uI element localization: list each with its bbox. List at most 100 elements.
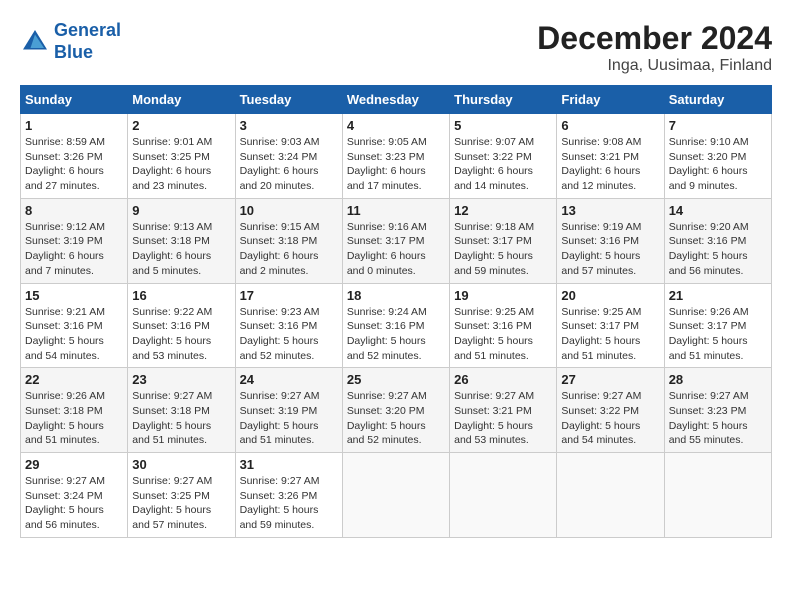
col-header-tuesday: Tuesday (235, 86, 342, 114)
logo: General Blue (20, 20, 121, 63)
day-detail: Sunrise: 9:25 AM Sunset: 3:16 PM Dayligh… (454, 305, 552, 364)
calendar-cell: 22Sunrise: 9:26 AM Sunset: 3:18 PM Dayli… (21, 368, 128, 453)
day-number: 29 (25, 457, 123, 472)
col-header-friday: Friday (557, 86, 664, 114)
day-detail: Sunrise: 9:12 AM Sunset: 3:19 PM Dayligh… (25, 220, 123, 279)
calendar-cell: 19 Sunrise: 9:25 AM Sunset: 3:16 PM Dayli… (450, 283, 557, 368)
calendar-cell: 9 Sunrise: 9:13 AM Sunset: 3:18 PM Daylig… (128, 198, 235, 283)
calendar-cell (664, 453, 771, 538)
calendar-cell: 17Sunrise: 9:23 AM Sunset: 3:16 PM Dayli… (235, 283, 342, 368)
logo-icon (20, 27, 50, 57)
calendar-week-row: 22Sunrise: 9:26 AM Sunset: 3:18 PM Dayli… (21, 368, 772, 453)
calendar-cell: 7 Sunrise: 9:10 AM Sunset: 3:20 PM Daylig… (664, 114, 771, 199)
day-number: 21 (669, 288, 767, 303)
day-detail: Sunrise: 9:25 AM Sunset: 3:17 PM Dayligh… (561, 305, 659, 364)
calendar-week-row: 1 Sunrise: 8:59 AM Sunset: 3:26 PM Daylig… (21, 114, 772, 199)
day-number: 16 (132, 288, 230, 303)
day-number: 14 (669, 203, 767, 218)
day-number: 10 (240, 203, 338, 218)
day-detail: Sunrise: 9:26 AM Sunset: 3:17 PM Dayligh… (669, 305, 767, 364)
day-number: 3 (240, 118, 338, 133)
calendar-cell: 20 Sunrise: 9:25 AM Sunset: 3:17 PM Dayli… (557, 283, 664, 368)
col-header-wednesday: Wednesday (342, 86, 449, 114)
calendar-cell: 25Sunrise: 9:27 AM Sunset: 3:20 PM Dayli… (342, 368, 449, 453)
day-number: 9 (132, 203, 230, 218)
calendar-table: SundayMondayTuesdayWednesdayThursdayFrid… (20, 85, 772, 538)
calendar-cell: 1 Sunrise: 8:59 AM Sunset: 3:26 PM Daylig… (21, 114, 128, 199)
calendar-cell: 23 Sunrise: 9:27 AM Sunset: 3:18 PM Dayli… (128, 368, 235, 453)
calendar-cell: 12 Sunrise: 9:18 AM Sunset: 3:17 PM Dayli… (450, 198, 557, 283)
calendar-cell: 13Sunrise: 9:19 AM Sunset: 3:16 PM Dayli… (557, 198, 664, 283)
day-detail: Sunrise: 9:27 AM Sunset: 3:26 PM Dayligh… (240, 474, 338, 533)
calendar-cell: 8 Sunrise: 9:12 AM Sunset: 3:19 PM Daylig… (21, 198, 128, 283)
calendar-cell: 2 Sunrise: 9:01 AM Sunset: 3:25 PM Daylig… (128, 114, 235, 199)
day-number: 8 (25, 203, 123, 218)
day-detail: Sunrise: 9:27 AM Sunset: 3:24 PM Dayligh… (25, 474, 123, 533)
day-detail: Sunrise: 9:27 AM Sunset: 3:19 PM Dayligh… (240, 389, 338, 448)
calendar-cell: 11Sunrise: 9:16 AM Sunset: 3:17 PM Dayli… (342, 198, 449, 283)
calendar-cell: 24 Sunrise: 9:27 AM Sunset: 3:19 PM Dayli… (235, 368, 342, 453)
calendar-cell: 26Sunrise: 9:27 AM Sunset: 3:21 PM Dayli… (450, 368, 557, 453)
day-number: 4 (347, 118, 445, 133)
day-detail: Sunrise: 9:01 AM Sunset: 3:25 PM Dayligh… (132, 135, 230, 194)
day-detail: Sunrise: 9:15 AM Sunset: 3:18 PM Dayligh… (240, 220, 338, 279)
calendar-cell: 16 Sunrise: 9:22 AM Sunset: 3:16 PM Dayli… (128, 283, 235, 368)
day-detail: Sunrise: 9:24 AM Sunset: 3:16 PM Dayligh… (347, 305, 445, 364)
page-title: December 2024 (537, 20, 772, 57)
day-detail: Sunrise: 9:13 AM Sunset: 3:18 PM Dayligh… (132, 220, 230, 279)
calendar-cell: 31Sunrise: 9:27 AM Sunset: 3:26 PM Dayli… (235, 453, 342, 538)
day-detail: Sunrise: 9:20 AM Sunset: 3:16 PM Dayligh… (669, 220, 767, 279)
calendar-cell (450, 453, 557, 538)
calendar-cell: 18 Sunrise: 9:24 AM Sunset: 3:16 PM Dayli… (342, 283, 449, 368)
day-number: 24 (240, 372, 338, 387)
day-detail: Sunrise: 9:21 AM Sunset: 3:16 PM Dayligh… (25, 305, 123, 364)
day-number: 2 (132, 118, 230, 133)
day-number: 7 (669, 118, 767, 133)
day-detail: Sunrise: 9:07 AM Sunset: 3:22 PM Dayligh… (454, 135, 552, 194)
day-detail: Sunrise: 9:19 AM Sunset: 3:16 PM Dayligh… (561, 220, 659, 279)
day-detail: Sunrise: 9:26 AM Sunset: 3:18 PM Dayligh… (25, 389, 123, 448)
day-detail: Sunrise: 8:59 AM Sunset: 3:26 PM Dayligh… (25, 135, 123, 194)
calendar-week-row: 8 Sunrise: 9:12 AM Sunset: 3:19 PM Daylig… (21, 198, 772, 283)
day-number: 18 (347, 288, 445, 303)
day-detail: Sunrise: 9:27 AM Sunset: 3:22 PM Dayligh… (561, 389, 659, 448)
calendar-cell: 14 Sunrise: 9:20 AM Sunset: 3:16 PM Dayli… (664, 198, 771, 283)
col-header-monday: Monday (128, 86, 235, 114)
calendar-cell: 3 Sunrise: 9:03 AM Sunset: 3:24 PM Daylig… (235, 114, 342, 199)
day-detail: Sunrise: 9:27 AM Sunset: 3:21 PM Dayligh… (454, 389, 552, 448)
day-number: 20 (561, 288, 659, 303)
day-number: 23 (132, 372, 230, 387)
day-detail: Sunrise: 9:05 AM Sunset: 3:23 PM Dayligh… (347, 135, 445, 194)
day-number: 11 (347, 203, 445, 218)
calendar-header-row: SundayMondayTuesdayWednesdayThursdayFrid… (21, 86, 772, 114)
page-header: General Blue December 2024 Inga, Uusimaa… (20, 20, 772, 75)
calendar-week-row: 15 Sunrise: 9:21 AM Sunset: 3:16 PM Dayli… (21, 283, 772, 368)
day-detail: Sunrise: 9:27 AM Sunset: 3:20 PM Dayligh… (347, 389, 445, 448)
calendar-cell: 27Sunrise: 9:27 AM Sunset: 3:22 PM Dayli… (557, 368, 664, 453)
calendar-cell: 10 Sunrise: 9:15 AM Sunset: 3:18 PM Dayli… (235, 198, 342, 283)
day-detail: Sunrise: 9:08 AM Sunset: 3:21 PM Dayligh… (561, 135, 659, 194)
day-detail: Sunrise: 9:22 AM Sunset: 3:16 PM Dayligh… (132, 305, 230, 364)
day-detail: Sunrise: 9:10 AM Sunset: 3:20 PM Dayligh… (669, 135, 767, 194)
calendar-cell: 21 Sunrise: 9:26 AM Sunset: 3:17 PM Dayli… (664, 283, 771, 368)
calendar-cell (557, 453, 664, 538)
day-detail: Sunrise: 9:27 AM Sunset: 3:18 PM Dayligh… (132, 389, 230, 448)
calendar-cell: 15 Sunrise: 9:21 AM Sunset: 3:16 PM Dayli… (21, 283, 128, 368)
calendar-cell: 30Sunrise: 9:27 AM Sunset: 3:25 PM Dayli… (128, 453, 235, 538)
day-number: 19 (454, 288, 552, 303)
day-number: 15 (25, 288, 123, 303)
day-detail: Sunrise: 9:03 AM Sunset: 3:24 PM Dayligh… (240, 135, 338, 194)
calendar-cell: 5Sunrise: 9:07 AM Sunset: 3:22 PM Daylig… (450, 114, 557, 199)
day-detail: Sunrise: 9:23 AM Sunset: 3:16 PM Dayligh… (240, 305, 338, 364)
day-number: 1 (25, 118, 123, 133)
day-number: 12 (454, 203, 552, 218)
page-subtitle: Inga, Uusimaa, Finland (537, 57, 772, 75)
logo-text: General Blue (54, 20, 121, 63)
calendar-cell: 6 Sunrise: 9:08 AM Sunset: 3:21 PM Daylig… (557, 114, 664, 199)
title-block: December 2024 Inga, Uusimaa, Finland (537, 20, 772, 75)
day-number: 28 (669, 372, 767, 387)
day-number: 6 (561, 118, 659, 133)
day-detail: Sunrise: 9:27 AM Sunset: 3:25 PM Dayligh… (132, 474, 230, 533)
col-header-thursday: Thursday (450, 86, 557, 114)
day-detail: Sunrise: 9:18 AM Sunset: 3:17 PM Dayligh… (454, 220, 552, 279)
